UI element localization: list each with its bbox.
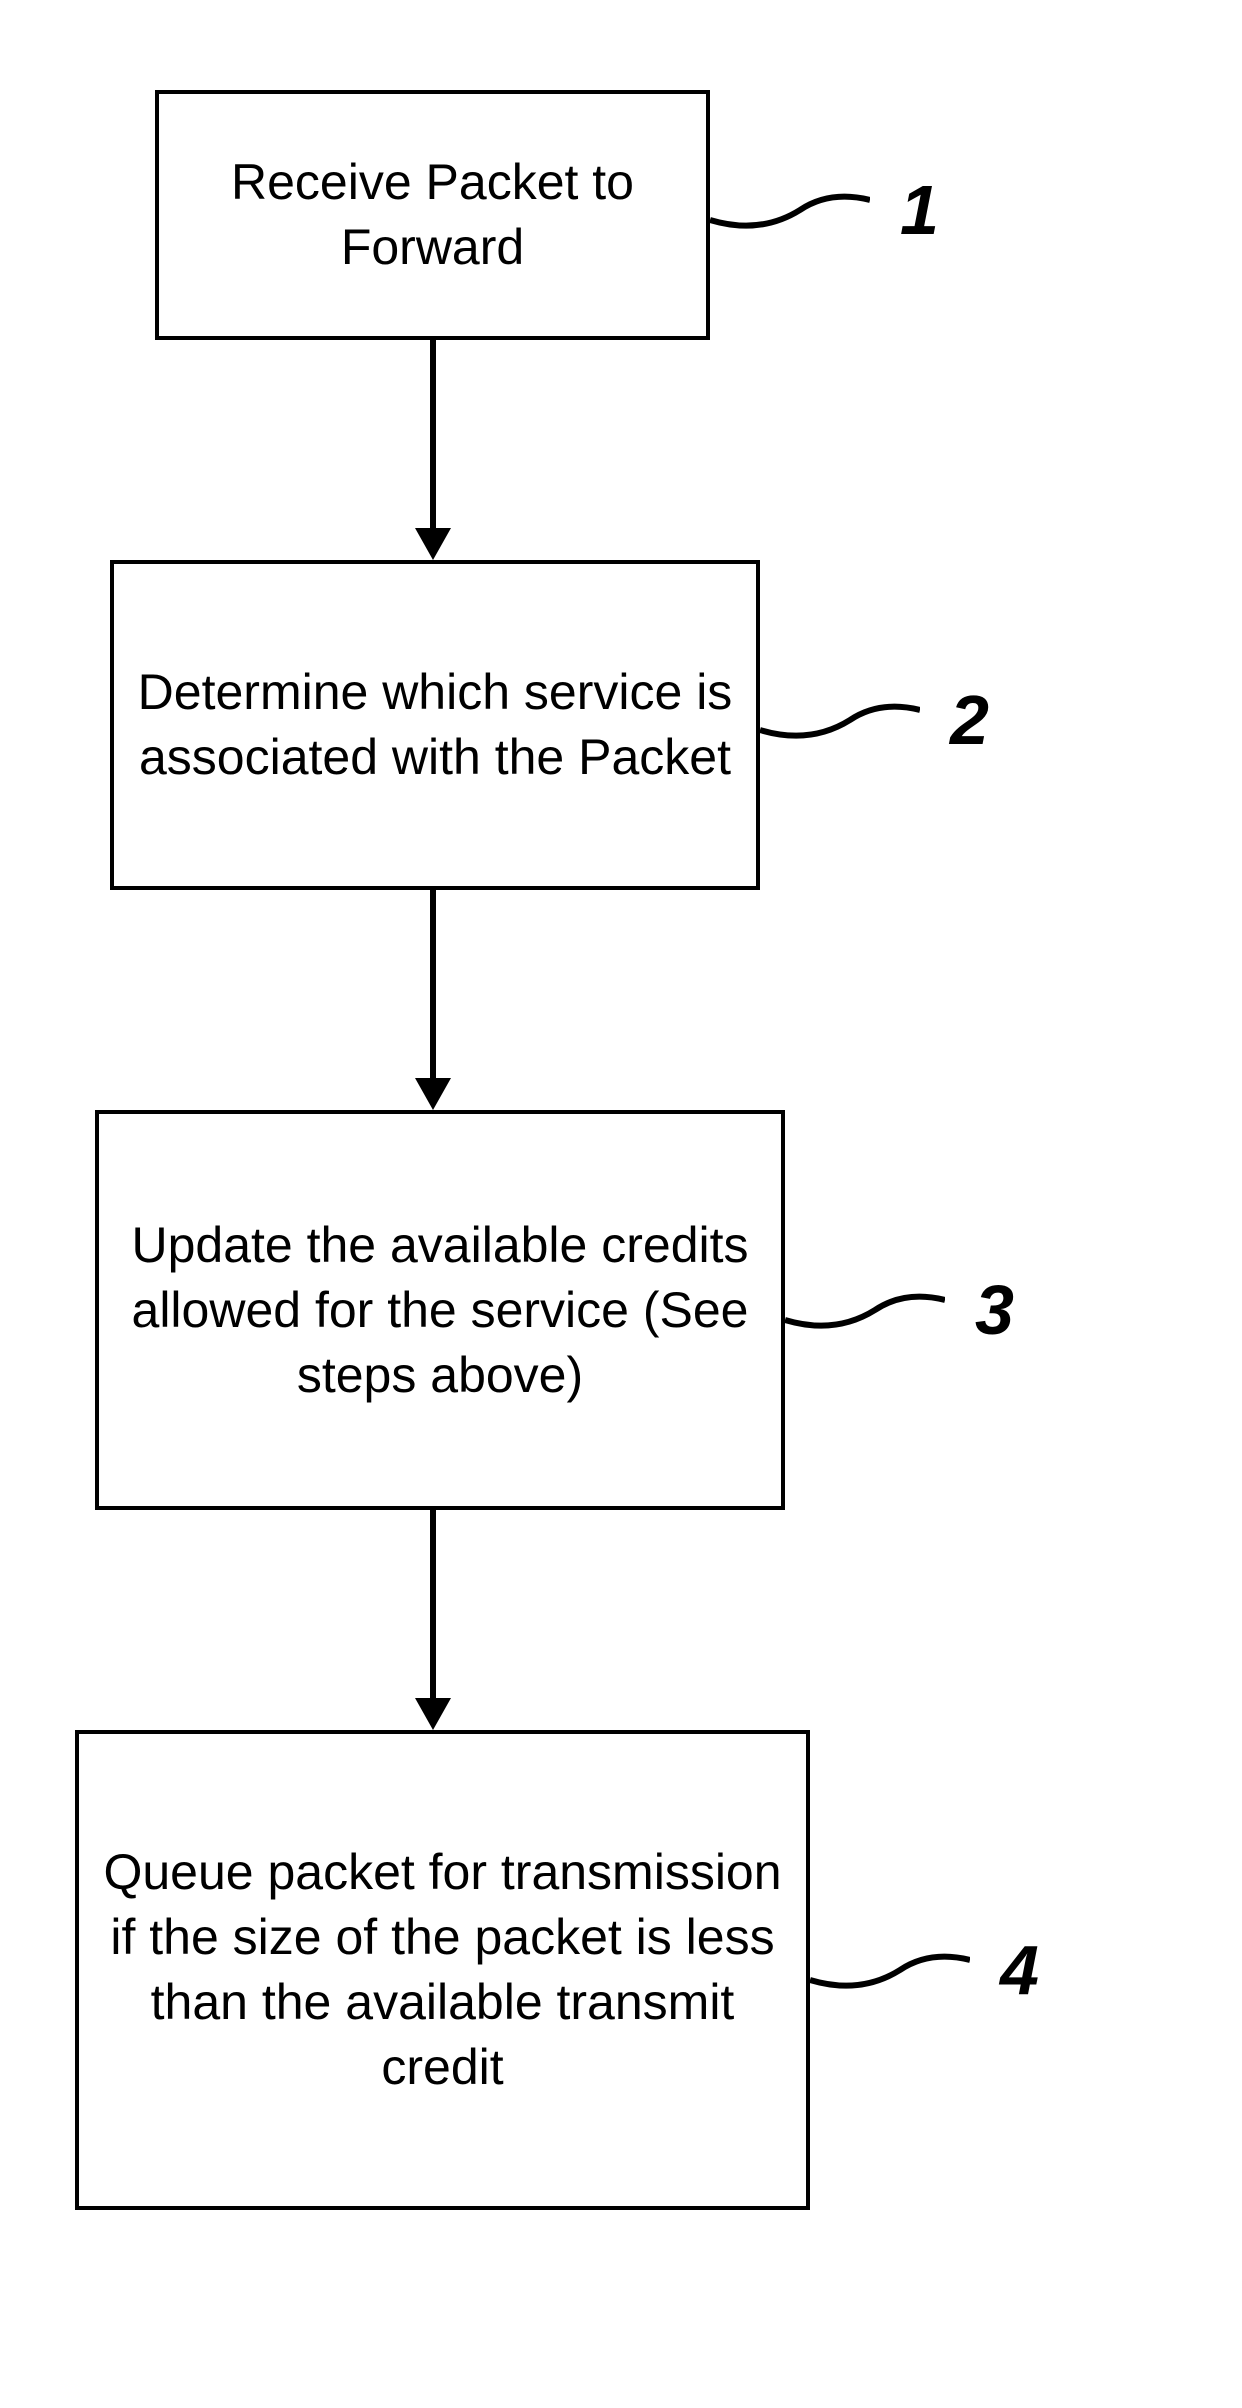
flow-box-3: Update the available credits allowed for… [95,1110,785,1510]
label-2: 2 [950,680,989,760]
flow-box-1-text: Receive Packet to Forward [179,150,686,280]
label-4: 4 [1000,1930,1039,2010]
arrow-2-head [415,1078,451,1110]
flow-box-3-text: Update the available credits allowed for… [119,1213,761,1408]
connector-1 [710,180,870,240]
flow-box-4: Queue packet for transmission if the siz… [75,1730,810,2210]
arrow-3-head [415,1698,451,1730]
flow-box-2: Determine which service is associated wi… [110,560,760,890]
flow-box-2-text: Determine which service is associated wi… [134,660,736,790]
label-3: 3 [975,1270,1014,1350]
connector-2 [760,690,920,750]
flow-box-4-text: Queue packet for transmission if the siz… [99,1840,786,2100]
flow-box-1: Receive Packet to Forward [155,90,710,340]
connector-3 [785,1280,945,1340]
label-1: 1 [900,170,939,250]
arrow-3-line [430,1510,436,1700]
connector-4 [810,1940,970,2000]
arrow-2-line [430,890,436,1080]
arrow-1-line [430,340,436,530]
arrow-1-head [415,528,451,560]
